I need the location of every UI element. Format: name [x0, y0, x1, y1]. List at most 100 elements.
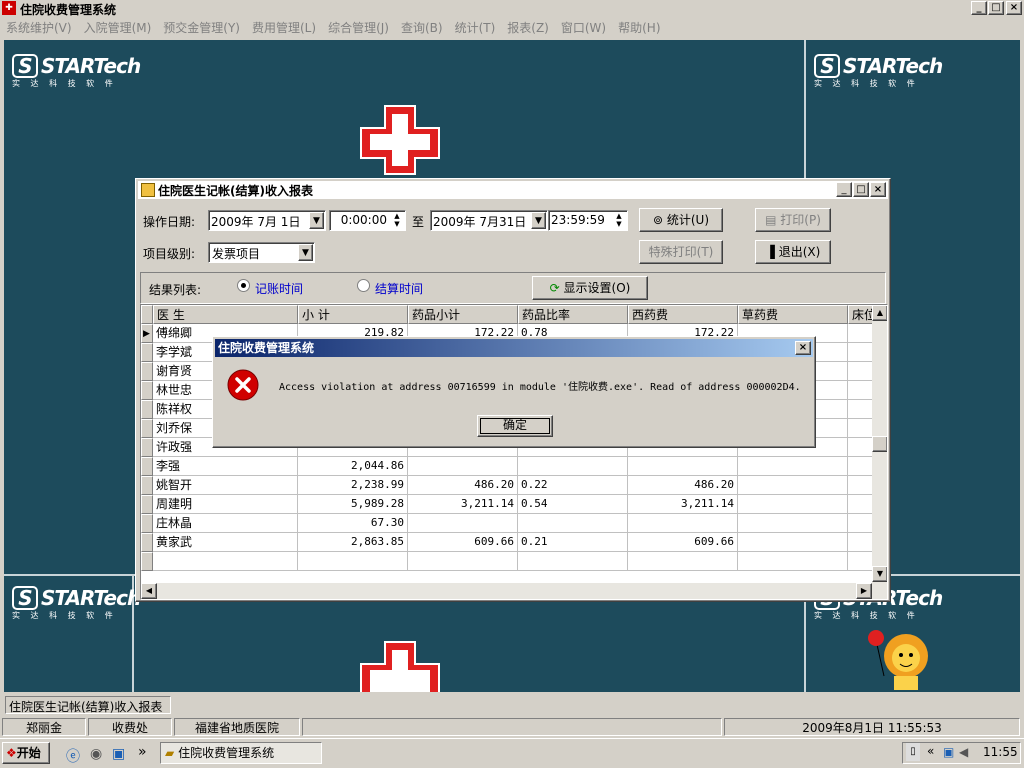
- restore-button[interactable]: □: [988, 1, 1004, 15]
- table-cell[interactable]: 0.21: [518, 533, 628, 552]
- scroll-left-icon[interactable]: ◀: [141, 583, 157, 599]
- table-cell[interactable]: 周建明: [153, 495, 298, 514]
- menu-query[interactable]: 查询(B): [395, 19, 449, 36]
- table-cell[interactable]: [738, 533, 848, 552]
- row-indicator[interactable]: [141, 533, 153, 552]
- table-cell[interactable]: 3,211.14: [628, 495, 738, 514]
- spin-icon[interactable]: ▲ ▼: [612, 212, 626, 228]
- tray-lock-icon[interactable]: ▯: [906, 743, 920, 761]
- horizontal-scrollbar[interactable]: ◀ ▶: [141, 583, 887, 599]
- table-cell[interactable]: 486.20: [628, 476, 738, 495]
- scroll-down-icon[interactable]: ▼: [872, 566, 887, 582]
- table-cell[interactable]: [518, 457, 628, 476]
- column-header[interactable]: 草药费: [738, 305, 848, 324]
- table-cell[interactable]: [518, 514, 628, 533]
- table-cell[interactable]: 609.66: [408, 533, 518, 552]
- scroll-right-icon[interactable]: ▶: [856, 583, 872, 599]
- menu-general[interactable]: 综合管理(J): [322, 19, 395, 36]
- date-from-picker[interactable]: 2009年 7月 1日 ▼: [208, 210, 326, 231]
- radio-settle-time-label[interactable]: 结算时间: [375, 280, 423, 297]
- row-indicator[interactable]: [141, 438, 153, 457]
- column-header[interactable]: 西药费: [628, 305, 738, 324]
- menu-system[interactable]: 系统维护(V): [0, 19, 78, 36]
- dialog-close-button[interactable]: ×: [795, 341, 811, 355]
- row-indicator[interactable]: [141, 343, 153, 362]
- table-cell[interactable]: [738, 457, 848, 476]
- table-cell[interactable]: [628, 457, 738, 476]
- exit-button[interactable]: ▐ 退出(X): [755, 240, 831, 264]
- column-header[interactable]: 小 计: [298, 305, 408, 324]
- table-cell[interactable]: 黄家武: [153, 533, 298, 552]
- row-indicator[interactable]: [141, 381, 153, 400]
- table-cell[interactable]: [738, 514, 848, 533]
- row-indicator[interactable]: [141, 419, 153, 438]
- table-cell[interactable]: 486.20: [408, 476, 518, 495]
- minimize-button[interactable]: _: [836, 182, 852, 197]
- row-indicator[interactable]: [141, 362, 153, 381]
- table-cell[interactable]: [408, 457, 518, 476]
- table-cell[interactable]: 庄林晶: [153, 514, 298, 533]
- menu-help[interactable]: 帮助(H): [612, 19, 666, 36]
- close-button[interactable]: ×: [1006, 1, 1022, 15]
- scroll-thumb[interactable]: [872, 436, 887, 452]
- table-cell[interactable]: 0.22: [518, 476, 628, 495]
- menu-deposit[interactable]: 预交金管理(Y): [157, 19, 246, 36]
- volume-icon[interactable]: ◉: [90, 746, 102, 762]
- window-tab[interactable]: 住院医生记帐(结算)收入报表: [5, 696, 171, 714]
- column-header[interactable]: 药品比率: [518, 305, 628, 324]
- date-to-picker[interactable]: 2009年 7月31日 ▼: [430, 210, 548, 231]
- media-icon[interactable]: ▣: [112, 746, 125, 762]
- table-cell[interactable]: 李强: [153, 457, 298, 476]
- table-cell[interactable]: [738, 495, 848, 514]
- menu-fees[interactable]: 费用管理(L): [246, 19, 322, 36]
- tray-expand-chevron[interactable]: «: [927, 744, 934, 758]
- item-level-select[interactable]: 发票项目 ▼: [208, 242, 315, 263]
- table-cell[interactable]: 5,989.28: [298, 495, 408, 514]
- start-button[interactable]: ❖开始: [2, 742, 50, 764]
- table-cell[interactable]: 姚智开: [153, 476, 298, 495]
- display-settings-button[interactable]: ⟳ 显示设置(O): [532, 276, 648, 300]
- quick-launch-chevron[interactable]: »: [138, 744, 147, 760]
- ie-icon[interactable]: ⓔ: [66, 746, 80, 766]
- ok-button[interactable]: 确定: [477, 415, 553, 437]
- chevron-down-icon[interactable]: ▼: [531, 212, 546, 229]
- stats-button[interactable]: ⊚ 统计(U): [639, 208, 723, 232]
- special-print-button[interactable]: 特殊打印(T): [639, 240, 723, 264]
- menu-reports[interactable]: 报表(Z): [501, 19, 555, 36]
- table-cell[interactable]: 2,863.85: [298, 533, 408, 552]
- table-cell[interactable]: [408, 514, 518, 533]
- maximize-button[interactable]: □: [853, 182, 869, 197]
- speaker-icon[interactable]: ◀: [959, 745, 968, 759]
- scroll-up-icon[interactable]: ▲: [872, 305, 887, 321]
- close-button[interactable]: ×: [870, 182, 886, 197]
- row-indicator[interactable]: [141, 400, 153, 419]
- column-header[interactable]: 医 生: [153, 305, 298, 324]
- taskbar-app-button[interactable]: ▰ 住院收费管理系统: [160, 742, 322, 764]
- time-to-field[interactable]: 23:59:59 ▲ ▼: [548, 210, 628, 231]
- radio-account-time-label[interactable]: 记账时间: [255, 280, 303, 297]
- radio-account-time[interactable]: [237, 279, 250, 292]
- table-cell[interactable]: 67.30: [298, 514, 408, 533]
- table-cell[interactable]: 2,044.86: [298, 457, 408, 476]
- table-cell[interactable]: 0.54: [518, 495, 628, 514]
- table-cell[interactable]: [628, 514, 738, 533]
- column-header[interactable]: 药品小计: [408, 305, 518, 324]
- row-indicator[interactable]: [141, 476, 153, 495]
- row-indicator[interactable]: [141, 514, 153, 533]
- row-indicator[interactable]: ▶: [141, 324, 153, 343]
- row-indicator[interactable]: [141, 457, 153, 476]
- table-cell[interactable]: 3,211.14: [408, 495, 518, 514]
- print-button[interactable]: ▤ 打印(P): [755, 208, 831, 232]
- minimize-button[interactable]: _: [971, 1, 987, 15]
- menu-admission[interactable]: 入院管理(M): [78, 19, 158, 36]
- chevron-down-icon[interactable]: ▼: [309, 212, 324, 229]
- spin-icon[interactable]: ▲ ▼: [390, 212, 404, 228]
- network-icon[interactable]: ▣: [943, 745, 954, 759]
- row-indicator[interactable]: [141, 495, 153, 514]
- table-cell[interactable]: 609.66: [628, 533, 738, 552]
- table-cell[interactable]: [738, 476, 848, 495]
- chevron-down-icon[interactable]: ▼: [298, 244, 313, 261]
- table-cell[interactable]: 2,238.99: [298, 476, 408, 495]
- time-from-field[interactable]: 0:00:00 ▲ ▼: [329, 210, 406, 231]
- vertical-scrollbar[interactable]: ▲ ▼: [872, 305, 887, 583]
